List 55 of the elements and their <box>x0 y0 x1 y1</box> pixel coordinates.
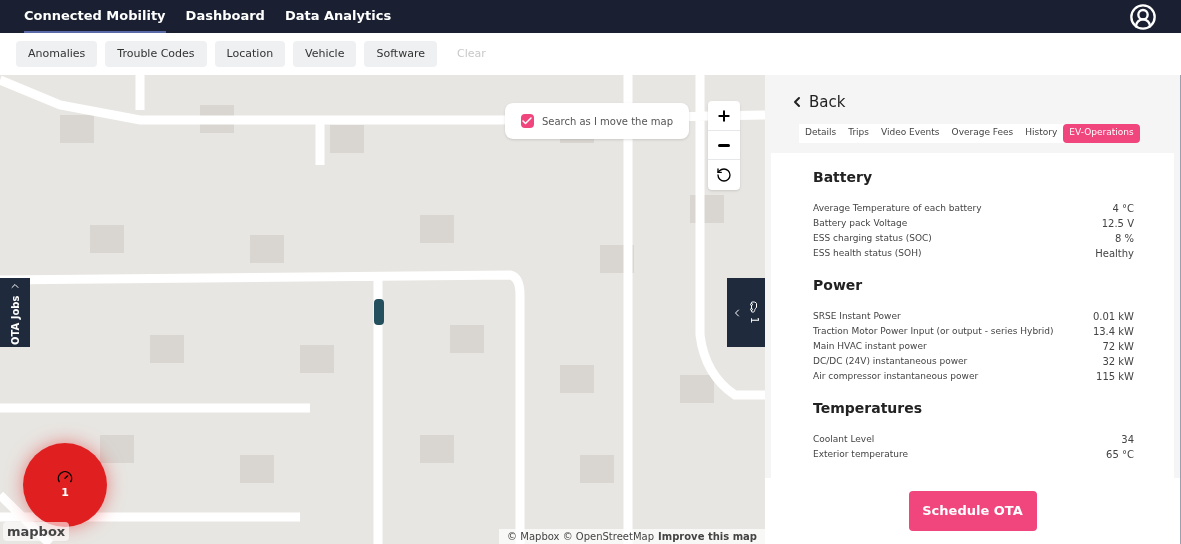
metric-label: ESS charging status (SOC) <box>813 231 932 245</box>
metric-label: DC/DC (24V) instantaneous power <box>813 354 968 368</box>
car-marker-icon <box>374 299 384 325</box>
metric-label: Air compressor instantaneous power <box>813 369 979 383</box>
filter-button[interactable]: Software <box>364 41 437 67</box>
metric-label: SRSE Instant Power <box>813 309 901 323</box>
improve-map-link[interactable]: Improve this map <box>658 529 757 544</box>
user-avatar-icon[interactable] <box>1129 2 1157 31</box>
metric-label: Exterior temperature <box>813 447 908 461</box>
map-logo: mapbox <box>3 521 70 541</box>
metric-label: ESS health status (SOH) <box>813 246 922 260</box>
filter-button[interactable]: Anomalies <box>16 41 98 67</box>
metric-value: 13.4 kW <box>1092 324 1134 339</box>
metric-value: 8 % <box>1114 231 1134 246</box>
metric-value: 4 °C <box>1112 201 1134 216</box>
nav-tab[interactable]: Connected Mobility <box>24 0 166 33</box>
gauge-icon <box>57 468 73 485</box>
metric-label: Traction Motor Power Input (or output - series Hybrid) <box>813 324 1054 338</box>
filter-button[interactable]: Vehicle <box>293 41 357 67</box>
detail-tab[interactable]: Video Events <box>875 123 946 143</box>
schedule-ota-button[interactable]: Schedule OTA <box>908 491 1037 531</box>
plus-icon <box>716 107 732 124</box>
metric-label: Main HVAC instant power <box>813 339 927 353</box>
nav-tab[interactable]: Data Analytics <box>284 0 392 33</box>
nav-tab[interactable]: Dashboard <box>185 0 265 33</box>
detail-tab[interactable]: Overage Fees <box>945 123 1020 143</box>
check-icon <box>521 115 534 127</box>
metric-label: Average Temperature of each battery <box>813 201 982 215</box>
detail-tab[interactable]: History <box>1019 123 1064 143</box>
metric-value: 0.01 kW <box>1092 309 1134 324</box>
metric-value: Healthy <box>1095 246 1134 261</box>
metric-label: Battery pack Voltage <box>813 216 908 230</box>
vehicle-count-tab[interactable]: 1 <box>727 278 765 347</box>
detail-tab[interactable]: EV-Operations <box>1063 123 1140 143</box>
metric-value: 32 kW <box>1102 354 1134 369</box>
section-title: Power <box>813 275 864 295</box>
ota-jobs-tab[interactable]: OTA Jobs <box>0 278 30 347</box>
metric-value: 12.5 V <box>1101 216 1134 231</box>
search-toggle-label: Search as I move the map <box>541 114 673 129</box>
metric-value: 115 kW <box>1096 369 1134 384</box>
back-button[interactable]: Back <box>789 91 846 114</box>
metric-value: 72 kW <box>1102 339 1134 354</box>
section-title: Temperatures <box>813 398 924 418</box>
metric-label: Coolant Level <box>813 432 875 446</box>
filter-button[interactable]: Location <box>214 41 286 67</box>
minus-icon <box>718 143 730 147</box>
rotate-icon <box>716 167 732 183</box>
detail-tab[interactable]: Details <box>799 123 843 143</box>
section-title: Battery <box>813 167 874 187</box>
map-attribution: © Mapbox © OpenStreetMap <box>507 530 654 544</box>
detail-tab[interactable]: Trips <box>842 123 875 143</box>
metric-value: 34 <box>1121 432 1134 447</box>
metric-value: 65 °C <box>1106 447 1134 462</box>
search-checkbox[interactable] <box>521 114 534 128</box>
filter-button[interactable]: Trouble Codes <box>105 41 207 67</box>
